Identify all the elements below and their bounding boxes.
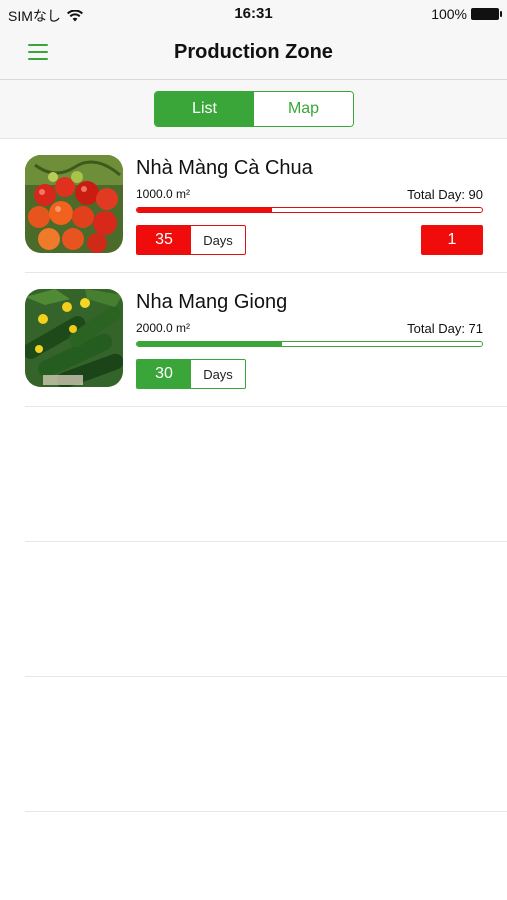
zone-area: 1000.0 m²: [136, 187, 191, 201]
view-segmented-control: List Map: [154, 91, 354, 127]
zone-total-day: Total Day: 90: [407, 187, 483, 202]
zone-area: 2000.0 m²: [136, 321, 191, 335]
tomato-photo: [25, 155, 123, 253]
battery-icon: [471, 8, 502, 20]
days-counter: 35 Days: [136, 225, 246, 255]
empty-row: [25, 677, 507, 812]
page-title: Production Zone: [174, 41, 333, 63]
zone-name: Nhà Màng Cà Chua: [136, 157, 313, 179]
days-value: 30: [137, 360, 191, 388]
zone-row-nha-mang-giong[interactable]: Nha Mang Giong 2000.0 m² Total Day: 71 3…: [25, 273, 507, 407]
empty-row: [25, 542, 507, 677]
battery-percent: 100%: [431, 6, 467, 22]
status-right: 100%: [431, 6, 502, 22]
days-value: 35: [137, 226, 191, 254]
days-counter: 30 Days: [136, 359, 246, 389]
alert-count-badge[interactable]: 1: [421, 225, 483, 255]
zone-name: Nha Mang Giong: [136, 291, 288, 313]
zone-progress-bar: [136, 207, 483, 213]
empty-row: [25, 407, 507, 542]
zone-list: Nhà Màng Cà Chua 1000.0 m² Total Day: 90…: [0, 139, 507, 812]
zone-progress-bar: [136, 341, 483, 347]
tab-map[interactable]: Map: [254, 92, 353, 126]
view-switcher-bar: List Map: [0, 80, 507, 139]
zone-row-nha-mang-ca-chua[interactable]: Nhà Màng Cà Chua 1000.0 m² Total Day: 90…: [25, 139, 507, 273]
nav-bar: Production Zone: [0, 28, 507, 80]
days-label: Days: [203, 232, 233, 248]
zone-progress-fill: [137, 342, 282, 346]
zone-progress-fill: [137, 208, 272, 212]
status-bar: SIMなし 16:31 100%: [0, 0, 507, 28]
cucumber-photo: [25, 289, 123, 387]
tab-list[interactable]: List: [155, 92, 254, 126]
zone-total-day: Total Day: 71: [407, 321, 483, 336]
days-label: Days: [203, 366, 233, 382]
